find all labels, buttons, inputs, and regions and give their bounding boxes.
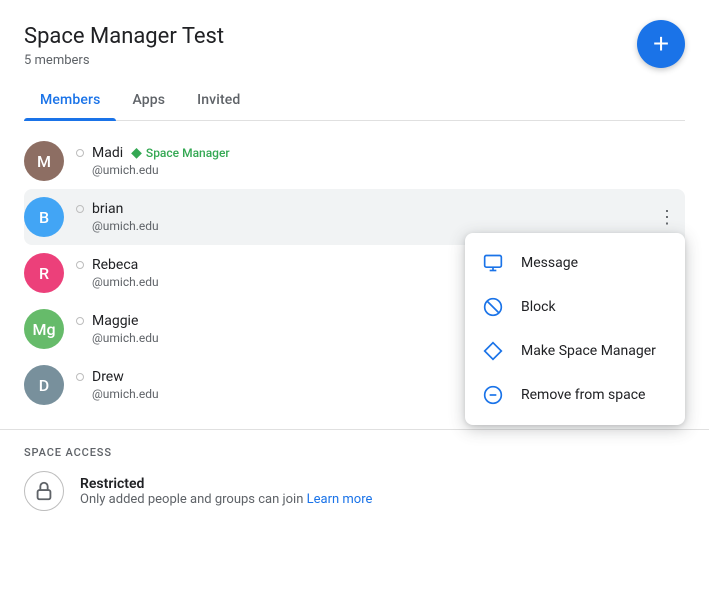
tab-members[interactable]: Members: [24, 80, 116, 120]
status-dot: [76, 205, 84, 213]
tab-invited[interactable]: Invited: [181, 80, 256, 120]
diamond-icon: ◆: [131, 145, 142, 161]
member-info: Madi ◆ Space Manager @umich.edu: [76, 145, 685, 177]
space-access-label: SPACE ACCESS: [24, 446, 685, 459]
member-count: 5 members: [24, 53, 685, 68]
learn-more-link[interactable]: Learn more: [307, 492, 373, 507]
vertical-dots-icon: ⋮: [658, 207, 676, 228]
avatar: R: [24, 253, 64, 293]
message-icon: [481, 251, 505, 275]
member-info: brian @umich.edu: [76, 201, 649, 233]
member-name: brian: [92, 201, 123, 217]
menu-item-message[interactable]: Message: [465, 241, 685, 285]
list-item: M Madi ◆ Space Manager @umich.edu: [24, 133, 685, 189]
add-member-button[interactable]: +: [637, 20, 685, 68]
menu-item-remove[interactable]: Remove from space: [465, 373, 685, 417]
space-access-section: SPACE ACCESS Restricted Only added peopl…: [0, 430, 709, 535]
block-icon: [481, 295, 505, 319]
access-title: Restricted: [80, 476, 372, 492]
member-name: Drew: [92, 369, 124, 385]
menu-label-remove: Remove from space: [521, 387, 645, 403]
menu-item-block[interactable]: Block: [465, 285, 685, 329]
member-name: Rebeca: [92, 257, 138, 273]
tab-bar: Members Apps Invited: [24, 80, 685, 120]
avatar: B: [24, 197, 64, 237]
menu-item-make-space-manager[interactable]: Make Space Manager: [465, 329, 685, 373]
tab-apps[interactable]: Apps: [116, 80, 181, 120]
member-email: @umich.edu: [92, 219, 649, 233]
status-dot: [76, 149, 84, 157]
avatar: Mg: [24, 309, 64, 349]
status-dot: [76, 317, 84, 325]
context-menu: Message Block: [465, 233, 685, 425]
member-list: M Madi ◆ Space Manager @umich.edu B: [24, 129, 685, 417]
access-description: Only added people and groups can join Le…: [80, 492, 372, 507]
remove-circle-icon: [481, 383, 505, 407]
member-email: @umich.edu: [92, 163, 685, 177]
avatar: D: [24, 365, 64, 405]
menu-label-message: Message: [521, 255, 578, 271]
page-title: Space Manager Test: [24, 24, 685, 49]
lock-icon: [24, 471, 64, 511]
brian-row-wrapper: B brian @umich.edu ⋮: [24, 189, 685, 245]
avatar: M: [24, 141, 64, 181]
space-manager-badge: ◆ Space Manager: [131, 145, 230, 161]
more-options-button[interactable]: ⋮: [649, 199, 685, 235]
member-name: Madi: [92, 145, 123, 161]
menu-label-make-space-manager: Make Space Manager: [521, 343, 656, 359]
status-dot: [76, 261, 84, 269]
diamond-icon: [481, 339, 505, 363]
member-name: Maggie: [92, 313, 138, 329]
menu-label-block: Block: [521, 299, 556, 315]
plus-icon: +: [653, 30, 669, 58]
status-dot: [76, 373, 84, 381]
access-info: Restricted Only added people and groups …: [80, 476, 372, 507]
access-row: Restricted Only added people and groups …: [24, 471, 685, 511]
